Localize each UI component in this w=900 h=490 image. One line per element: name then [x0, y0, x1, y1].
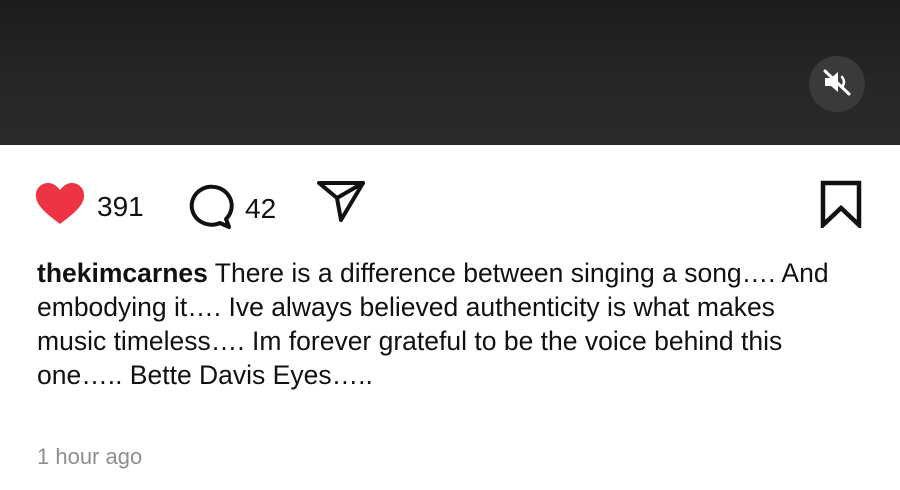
- heart-filled-icon: [33, 182, 87, 231]
- share-button[interactable]: [316, 180, 366, 229]
- post-caption: thekimcarnes There is a difference betwe…: [37, 256, 837, 392]
- post-timestamp: 1 hour ago: [37, 444, 143, 469]
- comment-bubble-icon: [185, 182, 235, 235]
- paper-plane-icon: [316, 180, 366, 229]
- bookmark-icon: [820, 180, 862, 233]
- video-player[interactable]: [0, 0, 900, 145]
- username-link[interactable]: thekimcarnes: [37, 258, 208, 288]
- comment-count: 42: [245, 192, 277, 224]
- speaker-muted-icon: [822, 68, 852, 101]
- comment-button[interactable]: 42: [185, 182, 276, 235]
- mute-toggle-button[interactable]: [809, 56, 865, 112]
- like-button[interactable]: 391: [33, 182, 144, 231]
- like-count: 391: [97, 190, 144, 222]
- post-action-bar: 391 42: [0, 170, 900, 234]
- save-bookmark-button[interactable]: [820, 180, 862, 233]
